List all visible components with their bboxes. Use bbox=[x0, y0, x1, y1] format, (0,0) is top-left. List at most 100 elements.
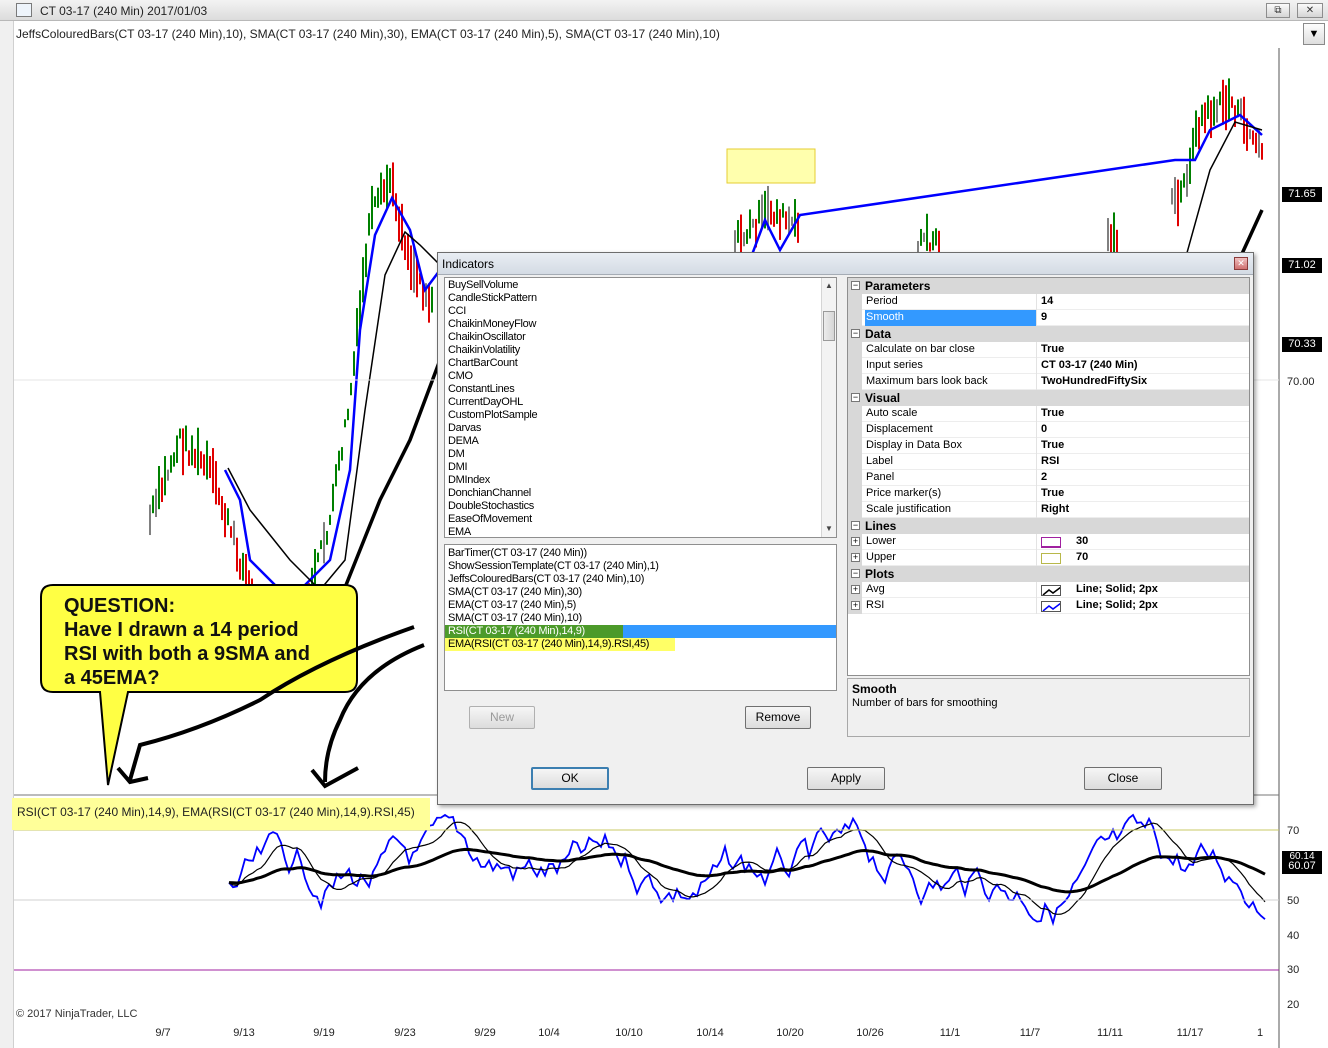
list-item[interactable]: CandleStickPattern bbox=[448, 292, 537, 304]
property-calculate-on-bar-close[interactable]: Calculate on bar close True bbox=[848, 342, 1249, 358]
property-label[interactable]: Label RSI bbox=[848, 454, 1249, 470]
ok-button[interactable]: OK bbox=[531, 767, 609, 790]
list-item[interactable]: DMI bbox=[448, 461, 468, 473]
list-item[interactable]: DoubleStochastics bbox=[448, 500, 534, 512]
window-titlebar: CT 03-17 (240 Min) 2017/01/03 ⧉ ✕ bbox=[0, 0, 1328, 21]
list-item[interactable]: JeffsColouredBars(CT 03-17 (240 Min),10) bbox=[448, 573, 644, 585]
list-item[interactable]: SMA(CT 03-17 (240 Min),30) bbox=[448, 586, 582, 598]
list-item[interactable]: CustomPlotSample bbox=[448, 409, 538, 421]
property-grid[interactable]: − Parameters Period 14 Smooth 9 − Data Calcu… bbox=[847, 277, 1250, 676]
list-item[interactable]: DM bbox=[448, 448, 465, 460]
date-axis-label: 11/7 bbox=[1019, 1027, 1041, 1039]
list-item[interactable]: DonchianChannel bbox=[448, 487, 531, 499]
price-marker-sma: 71.65 bbox=[1282, 187, 1322, 202]
copyright-text: © 2017 NinjaTrader, LLC bbox=[16, 1008, 138, 1020]
available-indicators-list[interactable]: BuySellVolume CandleStickPattern CCI Cha… bbox=[444, 277, 837, 538]
dialog-close-icon[interactable]: ✕ bbox=[1234, 257, 1248, 270]
price-marker-close: 71.02 bbox=[1282, 258, 1322, 273]
list-item[interactable]: BuySellVolume bbox=[448, 279, 518, 291]
left-scroll-strip[interactable] bbox=[0, 21, 14, 1048]
property-avg[interactable]: + Avg Line; Solid; 2px bbox=[848, 582, 1249, 598]
list-item[interactable]: ChaikinMoneyFlow bbox=[448, 318, 536, 330]
chart-indicator-label: JeffsColouredBars(CT 03-17 (240 Min),10)… bbox=[16, 27, 720, 41]
rsi-line bbox=[228, 813, 1266, 927]
date-axis-label: 11/1 bbox=[939, 1027, 961, 1039]
apply-button[interactable]: Apply bbox=[807, 767, 885, 790]
list-item[interactable]: EMA bbox=[448, 526, 471, 537]
list-item-selected[interactable]: RSI(CT 03-17 (240 Min),14,9) bbox=[445, 625, 836, 638]
list-item[interactable]: EMA(CT 03-17 (240 Min),5) bbox=[448, 599, 576, 611]
collapse-icon[interactable]: − bbox=[851, 281, 860, 290]
property-period[interactable]: Period 14 bbox=[848, 294, 1249, 310]
property-smooth[interactable]: Smooth 9 bbox=[848, 310, 1249, 326]
property-upper[interactable]: + Upper 70 bbox=[848, 550, 1249, 566]
property-displacement[interactable]: Displacement 0 bbox=[848, 422, 1249, 438]
property-display-in-data-box[interactable]: Display in Data Box True bbox=[848, 438, 1249, 454]
list-item[interactable]: ChartBarCount bbox=[448, 357, 518, 369]
list-item-label: RSI(CT 03-17 (240 Min),14,9) bbox=[448, 625, 585, 637]
list-item[interactable]: ChaikinVolatility bbox=[448, 344, 520, 356]
close-window-button[interactable]: ✕ bbox=[1297, 3, 1323, 18]
restore-window-button[interactable]: ⧉ bbox=[1266, 3, 1290, 18]
date-axis-label: 9/13 bbox=[233, 1027, 255, 1039]
dialog-titlebar[interactable]: Indicators ✕ bbox=[438, 253, 1253, 275]
rsi-ema-line bbox=[228, 847, 1266, 894]
list-item[interactable]: CMO bbox=[448, 370, 473, 382]
rsi-panel-label: RSI(CT 03-17 (240 Min),14,9), EMA(RSI(CT… bbox=[17, 805, 415, 819]
applied-indicators-list[interactable]: BarTimer(CT 03-17 (240 Min)) ShowSession… bbox=[444, 544, 837, 691]
chart-highlight-box bbox=[726, 148, 816, 184]
category-lines[interactable]: − Lines bbox=[848, 518, 1249, 534]
scroll-down-icon[interactable]: ▼ bbox=[824, 524, 834, 534]
list-item[interactable]: ChaikinOscillator bbox=[448, 331, 526, 343]
list-item[interactable]: CCI bbox=[448, 305, 466, 317]
callout-line: a 45EMA? bbox=[64, 667, 160, 689]
collapse-icon[interactable]: − bbox=[851, 329, 860, 338]
property-rsi[interactable]: + RSI Line; Solid; 2px bbox=[848, 598, 1249, 614]
expand-icon[interactable]: + bbox=[851, 537, 860, 546]
new-button[interactable]: New bbox=[469, 706, 535, 729]
window-title: CT 03-17 (240 Min) 2017/01/03 bbox=[40, 4, 208, 18]
date-axis-label: 10/4 bbox=[538, 1027, 560, 1039]
rsi-line-swatch-icon[interactable] bbox=[1041, 601, 1061, 612]
expand-icon[interactable]: + bbox=[851, 585, 860, 594]
category-visual[interactable]: − Visual bbox=[848, 390, 1249, 406]
expand-icon[interactable]: + bbox=[851, 601, 860, 610]
expand-icon[interactable]: + bbox=[851, 553, 860, 562]
list-item[interactable]: ShowSessionTemplate(CT 03-17 (240 Min),1… bbox=[448, 560, 659, 572]
collapse-icon[interactable]: − bbox=[851, 521, 860, 530]
chart-menu-dropdown-button[interactable]: ▼ bbox=[1303, 23, 1325, 45]
property-max-bars[interactable]: Maximum bars look back TwoHundredFiftySix bbox=[848, 374, 1249, 390]
list-item[interactable]: CurrentDayOHL bbox=[448, 396, 523, 408]
list-item[interactable]: Darvas bbox=[448, 422, 481, 434]
list-item[interactable]: EaseOfMovement bbox=[448, 513, 532, 525]
property-panel[interactable]: Panel 2 bbox=[848, 470, 1249, 486]
property-auto-scale[interactable]: Auto scale True bbox=[848, 406, 1249, 422]
remove-button[interactable]: Remove bbox=[745, 706, 811, 729]
list-item[interactable]: EMA(RSI(CT 03-17 (240 Min),14,9).RSI,45) bbox=[448, 638, 649, 650]
category-parameters[interactable]: − Parameters bbox=[848, 278, 1249, 294]
property-price-markers[interactable]: Price marker(s) True bbox=[848, 486, 1249, 502]
property-lower[interactable]: + Lower 30 bbox=[848, 534, 1249, 550]
list-item[interactable]: SMA(CT 03-17 (240 Min),10) bbox=[448, 612, 582, 624]
date-axis-label: 10/20 bbox=[776, 1027, 804, 1039]
close-button[interactable]: Close bbox=[1084, 767, 1162, 790]
collapse-icon[interactable]: − bbox=[851, 393, 860, 402]
category-plots[interactable]: − Plots bbox=[848, 566, 1249, 582]
list-item[interactable]: DEMA bbox=[448, 435, 479, 447]
list-item[interactable]: ConstantLines bbox=[448, 383, 515, 395]
scroll-thumb[interactable] bbox=[823, 311, 835, 341]
lower-color-swatch[interactable] bbox=[1041, 537, 1061, 548]
category-data[interactable]: − Data bbox=[848, 326, 1249, 342]
property-input-series[interactable]: Input series CT 03-17 (240 Min) bbox=[848, 358, 1249, 374]
date-axis-label: 10/10 bbox=[615, 1027, 643, 1039]
list-item[interactable]: DMIndex bbox=[448, 474, 490, 486]
available-list-scrollbar[interactable]: ▲ ▼ bbox=[821, 278, 836, 537]
list-item[interactable]: BarTimer(CT 03-17 (240 Min)) bbox=[448, 547, 587, 559]
date-axis-label: 10/14 bbox=[696, 1027, 724, 1039]
avg-line-swatch-icon[interactable] bbox=[1041, 585, 1061, 596]
collapse-icon[interactable]: − bbox=[851, 569, 860, 578]
property-scale-justification[interactable]: Scale justification Right bbox=[848, 502, 1249, 518]
scroll-up-icon[interactable]: ▲ bbox=[824, 281, 834, 291]
upper-color-swatch[interactable] bbox=[1041, 553, 1061, 564]
date-axis-label: 10/26 bbox=[856, 1027, 884, 1039]
